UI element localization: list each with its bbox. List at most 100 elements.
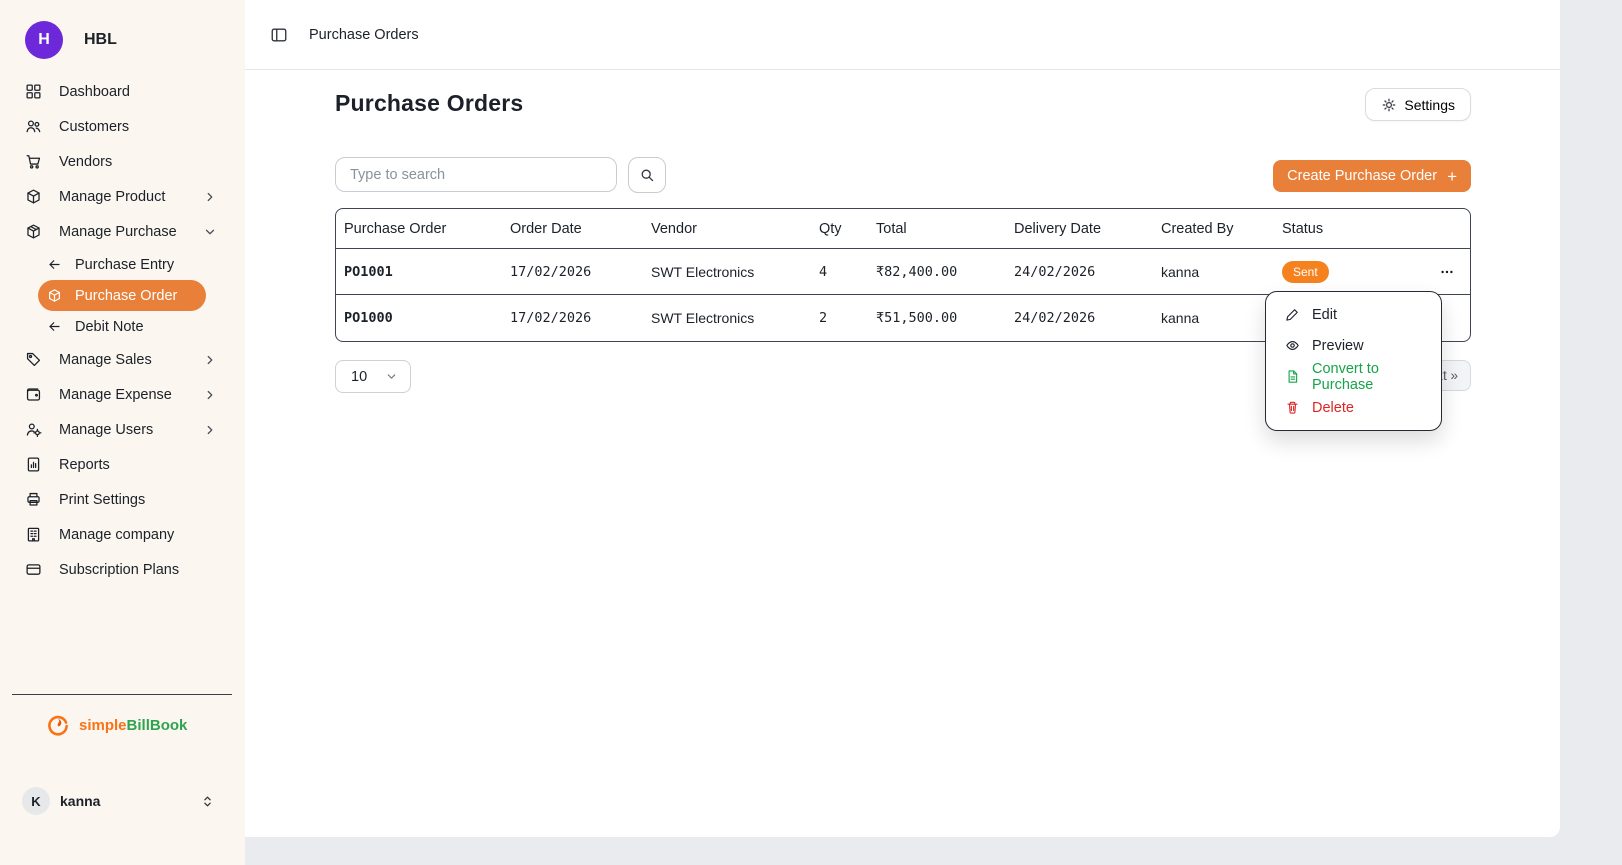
sidebar-item-manage-users[interactable]: Manage Users — [12, 412, 233, 447]
row-actions-button[interactable] — [1435, 260, 1459, 284]
col-created-by: Created By — [1153, 221, 1274, 237]
simplebillbook-logo: simpleBillBook — [45, 712, 187, 738]
sidebar-item-label: Print Settings — [59, 492, 145, 508]
simplebillbook-logo-icon — [45, 712, 71, 738]
gear-icon — [1381, 97, 1397, 113]
sidebar-divider — [12, 694, 232, 695]
sidebar-item-label: Manage Sales — [59, 352, 152, 368]
sidebar-item-label: Manage company — [59, 527, 174, 543]
topbar: Purchase Orders — [245, 0, 1560, 70]
building-icon — [25, 526, 42, 543]
sidebar-item-dashboard[interactable]: Dashboard — [12, 74, 233, 109]
sidebar-item-label: Manage Expense — [59, 387, 172, 403]
col-purchase-order: Purchase Order — [336, 221, 502, 237]
sidebar-item-print-settings[interactable]: Print Settings — [12, 482, 233, 517]
sidebar-item-label: Subscription Plans — [59, 562, 179, 578]
app-root: H HBL Dashboard Customers Vendors Manage… — [0, 0, 1622, 865]
status-badge: Sent — [1282, 261, 1329, 283]
arrow-left-icon — [47, 257, 62, 272]
cart-icon — [25, 153, 42, 170]
eye-icon — [1285, 338, 1300, 353]
sidebar-toggle-icon[interactable] — [270, 26, 288, 44]
sidebar-item-manage-product[interactable]: Manage Product — [12, 179, 233, 214]
purchase-order-icon — [47, 288, 62, 303]
user-gear-icon — [25, 421, 42, 438]
printer-icon — [25, 491, 42, 508]
brand: H HBL — [25, 21, 117, 59]
sidebar-item-subscription-plans[interactable]: Subscription Plans — [12, 552, 233, 587]
create-purchase-order-button[interactable]: Create Purchase Order + — [1273, 160, 1471, 192]
user-name: kanna — [60, 793, 100, 809]
chevron-right-icon — [203, 190, 217, 204]
arrow-left-icon — [47, 319, 62, 334]
col-delivery-date: Delivery Date — [1006, 221, 1153, 237]
trash-icon — [1285, 400, 1300, 415]
sidebar-subitem-label: Purchase Entry — [75, 257, 174, 273]
cell-status: Sent — [1274, 261, 1413, 283]
menu-item-label: Edit — [1312, 307, 1337, 323]
cell-order-date: 17/02/2026 — [502, 264, 643, 280]
wallet-icon — [25, 386, 42, 403]
user-switcher[interactable]: K kanna — [22, 787, 233, 815]
sidebar-item-label: Manage Users — [59, 422, 153, 438]
logo-text: simpleBillBook — [79, 717, 187, 734]
col-vendor: Vendor — [643, 221, 811, 237]
chevron-right-icon — [203, 388, 217, 402]
sidebar-subitem-debit-note[interactable]: Debit Note — [38, 311, 206, 342]
sidebar-item-customers[interactable]: Customers — [12, 109, 233, 144]
sidebar-item-manage-company[interactable]: Manage company — [12, 517, 233, 552]
sidebar: H HBL Dashboard Customers Vendors Manage… — [0, 0, 245, 865]
sidebar-item-reports[interactable]: Reports — [12, 447, 233, 482]
cell-delivery-date: 24/02/2026 — [1006, 310, 1153, 326]
sidebar-subitem-label: Debit Note — [75, 319, 144, 335]
chevron-updown-icon — [200, 794, 215, 809]
page-size-select[interactable]: 10 — [335, 360, 411, 393]
customers-icon — [25, 118, 42, 135]
chevron-down-icon — [385, 370, 398, 383]
report-icon — [25, 456, 42, 473]
document-icon — [1285, 369, 1300, 384]
org-name: HBL — [84, 31, 117, 49]
menu-item-convert-to-purchase[interactable]: Convert to Purchase — [1266, 361, 1441, 392]
sidebar-item-label: Dashboard — [59, 84, 130, 100]
menu-item-edit[interactable]: Edit — [1266, 299, 1441, 330]
cell-qty: 4 — [811, 264, 868, 280]
cell-created-by: kanna — [1153, 264, 1274, 280]
table-row: PO1001 17/02/2026 SWT Electronics 4 ₹82,… — [336, 249, 1470, 295]
menu-item-preview[interactable]: Preview — [1266, 330, 1441, 361]
cell-total: ₹82,400.00 — [868, 264, 1006, 280]
sidebar-subitem-label: Purchase Order — [75, 288, 177, 304]
search-input[interactable] — [335, 157, 617, 192]
page-size-value: 10 — [351, 369, 367, 385]
search-icon — [639, 167, 655, 183]
search-button[interactable] — [628, 157, 666, 193]
purchase-package-icon — [25, 223, 42, 240]
user-avatar: K — [22, 787, 50, 815]
sales-tag-icon — [25, 351, 42, 368]
cell-po-number: PO1000 — [336, 310, 502, 326]
chevron-down-icon — [203, 225, 217, 239]
create-purchase-order-label: Create Purchase Order — [1287, 168, 1437, 184]
ellipsis-icon — [1439, 264, 1455, 280]
org-avatar: H — [25, 21, 63, 59]
product-box-icon — [25, 188, 42, 205]
menu-item-delete[interactable]: Delete — [1266, 392, 1441, 423]
menu-item-label: Delete — [1312, 400, 1354, 416]
sidebar-item-manage-expense[interactable]: Manage Expense — [12, 377, 233, 412]
settings-button[interactable]: Settings — [1365, 88, 1471, 121]
sidebar-subitem-purchase-order[interactable]: Purchase Order — [38, 280, 206, 311]
dashboard-icon — [25, 83, 42, 100]
page-title: Purchase Orders — [335, 90, 523, 117]
sidebar-subitem-purchase-entry[interactable]: Purchase Entry — [38, 249, 206, 280]
cell-delivery-date: 24/02/2026 — [1006, 264, 1153, 280]
sidebar-item-manage-purchase[interactable]: Manage Purchase — [12, 214, 233, 249]
cell-total: ₹51,500.00 — [868, 310, 1006, 326]
sidebar-item-vendors[interactable]: Vendors — [12, 144, 233, 179]
sidebar-item-label: Manage Purchase — [59, 224, 177, 240]
menu-item-label: Preview — [1312, 338, 1364, 354]
cell-vendor: SWT Electronics — [643, 310, 811, 326]
chevron-right-icon — [203, 353, 217, 367]
sidebar-item-manage-sales[interactable]: Manage Sales — [12, 342, 233, 377]
sidebar-item-label: Customers — [59, 119, 129, 135]
breadcrumb: Purchase Orders — [309, 27, 419, 43]
